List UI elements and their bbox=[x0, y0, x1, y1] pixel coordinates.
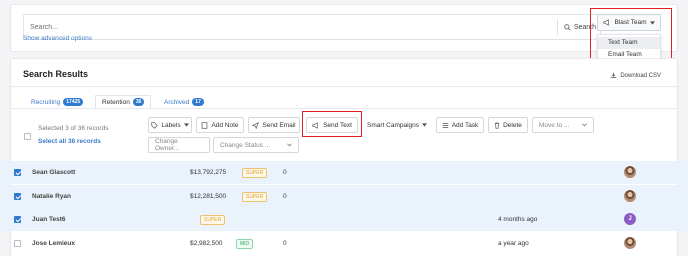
megaphone-icon bbox=[603, 19, 610, 26]
table-row[interactable]: Juan Test6 SUPER 4 months ago J bbox=[0, 208, 688, 231]
delete-label: Delete bbox=[503, 121, 522, 129]
blast-team-button[interactable]: Blast Team bbox=[597, 14, 661, 31]
trash-icon bbox=[494, 121, 500, 129]
tier-tag: MID bbox=[236, 239, 254, 249]
select-all-records-link[interactable]: Select all 36 records bbox=[38, 138, 101, 145]
search-input[interactable] bbox=[30, 19, 550, 35]
record-count: 0 bbox=[283, 193, 287, 200]
caret-down-icon bbox=[649, 20, 655, 25]
paper-plane-icon bbox=[252, 121, 260, 129]
search-panel: Search Show advanced options bbox=[10, 4, 678, 52]
tab-label: Recruiting bbox=[31, 98, 61, 106]
avatar bbox=[624, 237, 636, 249]
smart-campaigns-label: Smart Campaigns bbox=[367, 121, 420, 129]
note-icon bbox=[202, 121, 208, 129]
contact-name[interactable]: Juan Test6 bbox=[32, 216, 65, 223]
move-to-placeholder: Move to ... bbox=[539, 121, 570, 129]
search-button[interactable]: Search bbox=[556, 19, 596, 35]
table-row[interactable]: Jose Lemieux $2,982,500 MID 0 a year ago bbox=[0, 232, 688, 255]
amount: $12,281,500 bbox=[190, 193, 227, 200]
contact-name[interactable]: Natalie Ryan bbox=[32, 193, 71, 200]
tab-archived[interactable]: Archived 17 bbox=[164, 95, 204, 109]
send-text-button[interactable]: Send Text bbox=[306, 117, 358, 133]
amount: $13,792,275 bbox=[190, 169, 227, 176]
blast-team-label: Blast Team bbox=[614, 19, 647, 26]
search-box: Search bbox=[23, 14, 601, 40]
contact-name[interactable]: Sean Glascott bbox=[32, 169, 75, 176]
last-activity: a year ago bbox=[498, 240, 529, 247]
row-checkbox[interactable] bbox=[14, 216, 21, 223]
show-advanced-options-link[interactable]: Show advanced options bbox=[23, 35, 92, 42]
caret-down-icon bbox=[422, 123, 428, 127]
search-button-label: Search bbox=[573, 23, 596, 31]
caret-down-icon bbox=[183, 123, 189, 127]
chevron-down-icon bbox=[582, 123, 587, 127]
row-checkbox[interactable] bbox=[14, 169, 21, 176]
record-count: 0 bbox=[283, 240, 287, 247]
table-row[interactable]: Sean Glascott $13,792,275 SUPER 0 bbox=[0, 161, 688, 184]
delete-button[interactable]: Delete bbox=[488, 117, 528, 133]
row-checkbox[interactable] bbox=[14, 240, 21, 247]
tag-icon bbox=[151, 121, 159, 129]
download-icon bbox=[611, 72, 617, 78]
labels-button[interactable]: Labels bbox=[148, 117, 192, 133]
dropdown-item-text-team[interactable]: Text Team bbox=[598, 37, 660, 49]
count-badge: 17425 bbox=[63, 98, 84, 106]
row-checkbox[interactable] bbox=[14, 193, 21, 200]
change-owner-placeholder: Change Owner... bbox=[155, 138, 180, 152]
last-activity: 4 months ago bbox=[498, 216, 538, 223]
count-badge: 17 bbox=[192, 98, 204, 106]
labels-label: Labels bbox=[161, 121, 181, 129]
tier-tag: SUPER bbox=[242, 168, 268, 178]
add-task-label: Add Task bbox=[451, 121, 479, 129]
record-count: 0 bbox=[283, 169, 287, 176]
tab-recruiting[interactable]: Recruiting 17425 bbox=[31, 95, 84, 109]
select-all-checkbox[interactable] bbox=[24, 133, 31, 140]
tab-retention[interactable]: Retention 36 bbox=[95, 95, 152, 109]
chevron-down-icon bbox=[287, 143, 292, 147]
tab-label: Archived bbox=[164, 98, 190, 106]
change-status-placeholder: Change Status ... bbox=[220, 141, 271, 149]
avatar bbox=[624, 190, 636, 202]
download-csv-button[interactable]: Download CSV bbox=[610, 72, 661, 79]
add-task-button[interactable]: Add Task bbox=[436, 117, 484, 133]
blast-team-dropdown: Text Team Email Team bbox=[597, 34, 661, 61]
change-owner-select[interactable]: Change Owner... bbox=[148, 137, 210, 153]
selection-count: Selected 3 of 36 records bbox=[38, 125, 109, 132]
amount: $2,982,500 bbox=[190, 240, 223, 247]
tier-tag: SUPER bbox=[200, 215, 226, 225]
add-note-label: Add Note bbox=[211, 121, 239, 129]
results-title: Search Results bbox=[23, 69, 89, 79]
table-row[interactable]: Natalie Ryan $12,281,500 SUPER 0 bbox=[0, 185, 688, 208]
tier-tag: SUPER bbox=[242, 192, 268, 202]
tab-label: Retention bbox=[102, 98, 130, 106]
megaphone-icon bbox=[312, 121, 318, 129]
search-icon bbox=[564, 23, 571, 31]
divider bbox=[11, 86, 677, 87]
avatar bbox=[624, 166, 636, 178]
contact-name[interactable]: Jose Lemieux bbox=[32, 240, 75, 247]
count-badge: 36 bbox=[132, 98, 145, 106]
move-to-select[interactable]: Move to ... bbox=[532, 117, 594, 133]
send-email-label: Send Email bbox=[262, 121, 296, 129]
list-icon bbox=[442, 122, 448, 128]
send-text-label: Send Text bbox=[323, 121, 352, 129]
smart-campaigns-button[interactable]: Smart Campaigns bbox=[367, 117, 428, 133]
send-email-button[interactable]: Send Email bbox=[248, 117, 300, 133]
avatar: J bbox=[624, 213, 636, 225]
tabs-divider bbox=[11, 108, 677, 109]
download-csv-label: Download CSV bbox=[620, 72, 661, 79]
add-note-button[interactable]: Add Note bbox=[196, 117, 244, 133]
change-status-select[interactable]: Change Status ... bbox=[213, 137, 299, 153]
